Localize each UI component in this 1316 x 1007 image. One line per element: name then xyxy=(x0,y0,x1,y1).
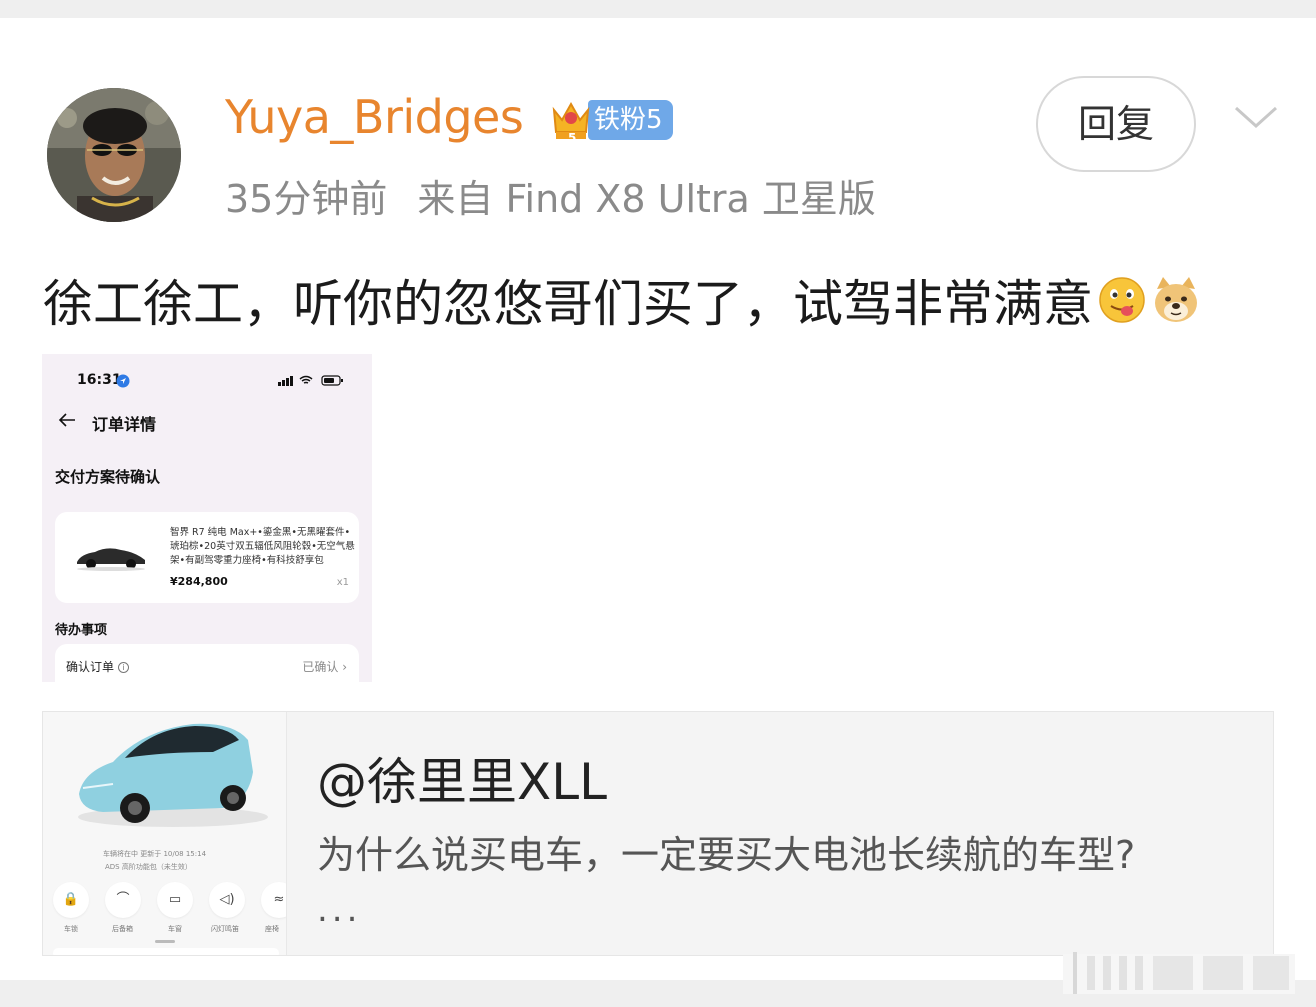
confirm-order-label: 确认订单 xyxy=(66,660,115,674)
product-price: ¥284,800 xyxy=(170,575,228,588)
thumb-line-1: 车辆将在中 更新于 10/08 15:14 xyxy=(103,850,207,858)
order-detail-title: 订单详情 xyxy=(92,415,157,434)
cooling-label: 座椅 xyxy=(265,925,279,933)
thumb-line-2: ADS 高阶功能包（未生效） xyxy=(105,863,192,871)
confirm-order-status: 已确认 xyxy=(302,660,339,674)
tongue-out-emoji-icon xyxy=(1099,277,1145,323)
post-card: Yuya_Bridges 5 铁粉5 35分钟前 来自 Find X8 Ultra… xyxy=(0,18,1316,980)
lock-icon: 🔒 xyxy=(53,882,89,918)
horn-icon: ◁) xyxy=(209,882,245,918)
repost-author[interactable]: @徐里里XLL xyxy=(317,742,607,814)
page-indicator xyxy=(155,940,175,943)
info-icon: i xyxy=(118,662,130,673)
car-image xyxy=(77,548,145,571)
repost-more: ... xyxy=(317,890,362,930)
seat-label: 后备箱 xyxy=(112,925,133,933)
status-bar-icons xyxy=(278,375,343,386)
username[interactable]: Yuya_Bridges xyxy=(225,90,524,144)
fan-badge-label: 铁粉5 xyxy=(588,100,673,140)
product-quantity: x1 xyxy=(336,577,349,588)
phone-time: 16:31 xyxy=(77,372,122,388)
product-description: 智界 R7 纯电 Max+•鎏金黑•无黑曜套件•琥珀棕•20英寸双五辐低风阻轮毂… xyxy=(170,527,355,566)
product-card: 智界 R7 纯电 Max+•鎏金黑•无黑曜套件•琥珀棕•20英寸双五辐低风阻轮毂… xyxy=(55,512,359,603)
back-arrow-icon xyxy=(58,413,75,427)
chevron-down-icon[interactable] xyxy=(1232,102,1280,132)
todo-heading: 待办事项 xyxy=(55,623,108,638)
crown-icon: 5 xyxy=(548,96,594,145)
post-image[interactable]: 16:31 订单详情 交付方案待确认 智界 R7 纯电 Max+•鎏金黑•无黑曜… xyxy=(42,354,372,682)
avatar-image xyxy=(47,88,181,222)
car-render-image xyxy=(78,723,268,827)
post-meta: 35分钟前 来自 Find X8 Ultra 卫星版 xyxy=(225,168,876,223)
time-ago: 35分钟前 xyxy=(225,177,388,221)
seat-icon: ⌒ xyxy=(105,882,141,918)
repost-card[interactable]: 车辆将在中 更新于 10/08 15:14 ADS 高阶功能包（未生效） 🔒 ⌒… xyxy=(42,711,1274,956)
window-label: 车窗 xyxy=(168,925,182,933)
repost-excerpt: 为什么说买电车，一定要买大电池长续航的车型? xyxy=(317,833,1136,877)
horn-label: 闪灯鸣笛 xyxy=(211,925,239,933)
post-body: 徐工徐工，听你的忽悠哥们买了，试驾非常满意 xyxy=(43,275,1093,333)
lock-label: 车锁 xyxy=(64,925,78,933)
fan-badge[interactable]: 5 铁粉5 xyxy=(548,96,673,145)
doge-emoji-icon xyxy=(1155,277,1197,322)
confirm-order-row: 确认订单 i 已确认 › xyxy=(55,644,359,682)
post-source[interactable]: 来自 Find X8 Ultra 卫星版 xyxy=(417,177,876,221)
thumb-bottom-bar xyxy=(53,948,279,955)
post-text: 徐工徐工，听你的忽悠哥们买了，试驾非常满意 xyxy=(43,264,1201,336)
scroll-indicator xyxy=(1063,952,1295,994)
delivery-plan-heading: 交付方案待确认 xyxy=(55,468,161,486)
avatar[interactable] xyxy=(47,88,181,222)
reply-button[interactable]: 回复 xyxy=(1036,76,1196,172)
cooling-icon: ≈ xyxy=(261,882,286,918)
repost-thumbnail: 车辆将在中 更新于 10/08 15:14 ADS 高阶功能包（未生效） 🔒 ⌒… xyxy=(43,712,287,955)
location-icon xyxy=(116,374,130,388)
badge-level: 5 xyxy=(568,131,576,144)
window-icon: ▭ xyxy=(157,882,193,918)
